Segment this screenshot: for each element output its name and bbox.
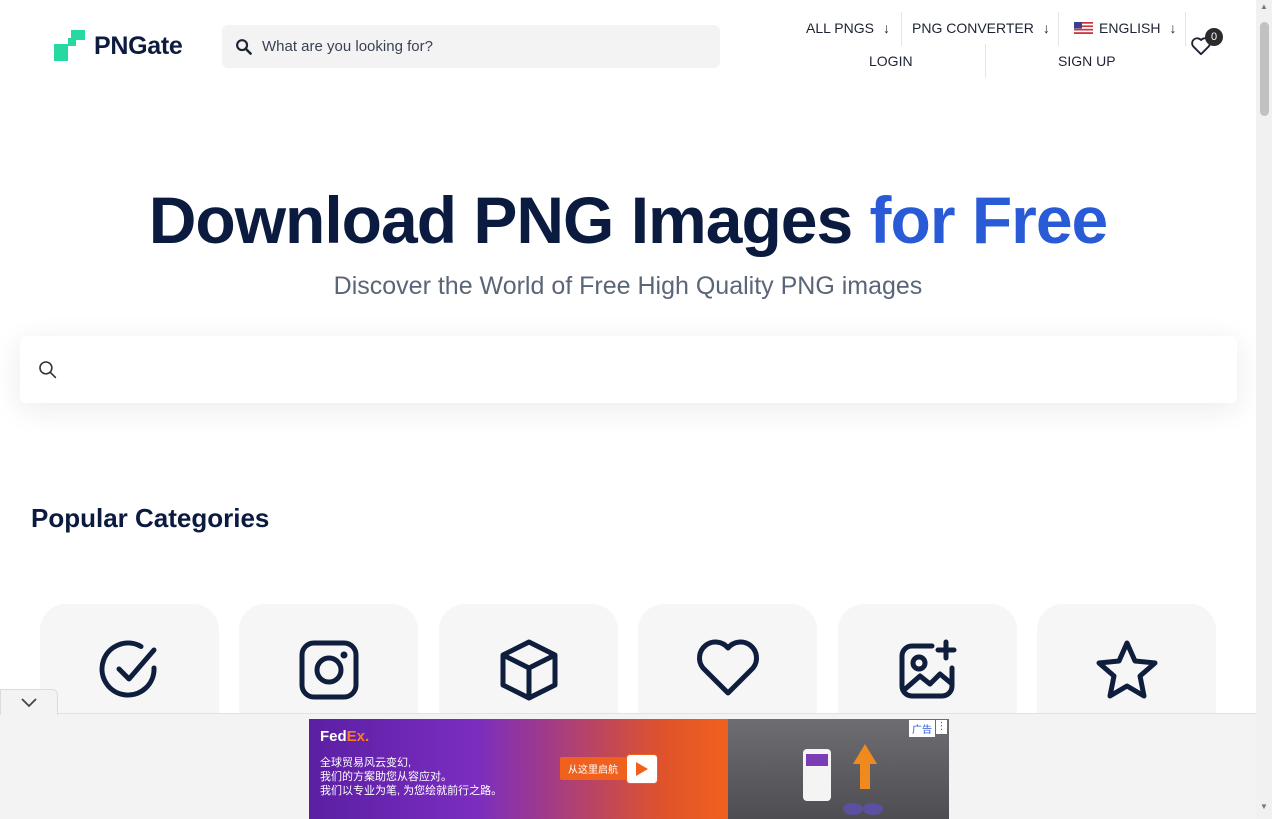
search-icon [39,361,57,379]
ad-collapse-button[interactable] [0,689,58,715]
ad-banner[interactable]: FedEx. 全球贸易风云变幻, 我们的方案助您从容应对。 我们以专业为笔, 为… [309,719,949,819]
scrollbar[interactable] [1256,0,1272,819]
hero-title: Download PNG Images for Free [0,182,1256,258]
header-search-input[interactable] [262,38,692,55]
ad-cta-button[interactable]: 从这里启航 [560,757,626,780]
logo-mark-icon [54,30,86,62]
nav-divider [901,12,902,46]
nav-divider [985,44,986,78]
ad-brand-ex: Ex. [346,728,370,745]
ad-brand-fed: Fed [320,728,347,745]
wishlist-count-badge: 0 [1205,28,1223,46]
hero-subtitle: Discover the World of Free High Quality … [333,272,923,300]
check-circle-icon [99,640,157,698]
login-link[interactable]: LOGIN [869,53,913,69]
chevron-down-icon [21,697,37,707]
nav-divider [1058,12,1059,46]
ad-brand: FedEx. [320,728,369,745]
nav-language-label: ENGLISH [1099,20,1161,36]
header-search[interactable] [222,25,720,68]
nav-all-pngs[interactable]: ALL PNGS ↓ [806,15,890,41]
hero-title-accent: for Free [869,183,1109,257]
hero-search[interactable] [20,336,1237,403]
ad-text-line: 我们以专业为笔, 为您绘就前行之路。 [320,785,503,797]
us-flag-icon [1074,22,1093,34]
star-icon [1096,640,1157,699]
nav-language[interactable]: ENGLISH ↓ [1074,15,1176,41]
heart-icon [696,639,759,696]
logo[interactable]: PNGate [54,30,183,62]
signup-link[interactable]: SIGN UP [1058,53,1116,69]
arrow-down-icon: ↓ [882,20,890,36]
box-icon [500,639,557,701]
instagram-icon [299,640,358,700]
nav-png-converter[interactable]: PNG CONVERTER ↓ [912,15,1050,41]
scroll-up-arrow-icon[interactable]: ▲ [1259,2,1269,11]
search-icon [236,39,252,55]
ad-menu-icon[interactable]: ⋮ [936,720,947,734]
logo-text: PNGate [94,31,183,60]
scrollbar-thumb[interactable] [1260,22,1269,116]
image-add-icon [899,639,956,699]
scroll-down-arrow-icon[interactable]: ▼ [1259,802,1269,811]
section-title-popular-categories: Popular Categories [31,503,270,533]
hero-search-input[interactable] [69,359,1209,380]
nav-png-converter-label: PNG CONVERTER [912,20,1034,36]
nav-all-pngs-label: ALL PNGS [806,20,874,36]
arrow-down-icon: ↓ [1042,20,1050,36]
hero-title-main: Download PNG Images [148,183,853,257]
arrow-down-icon: ↓ [1169,20,1177,36]
ad-label: 广告 [909,720,935,737]
play-icon[interactable] [626,754,658,784]
nav-divider [1185,12,1186,46]
